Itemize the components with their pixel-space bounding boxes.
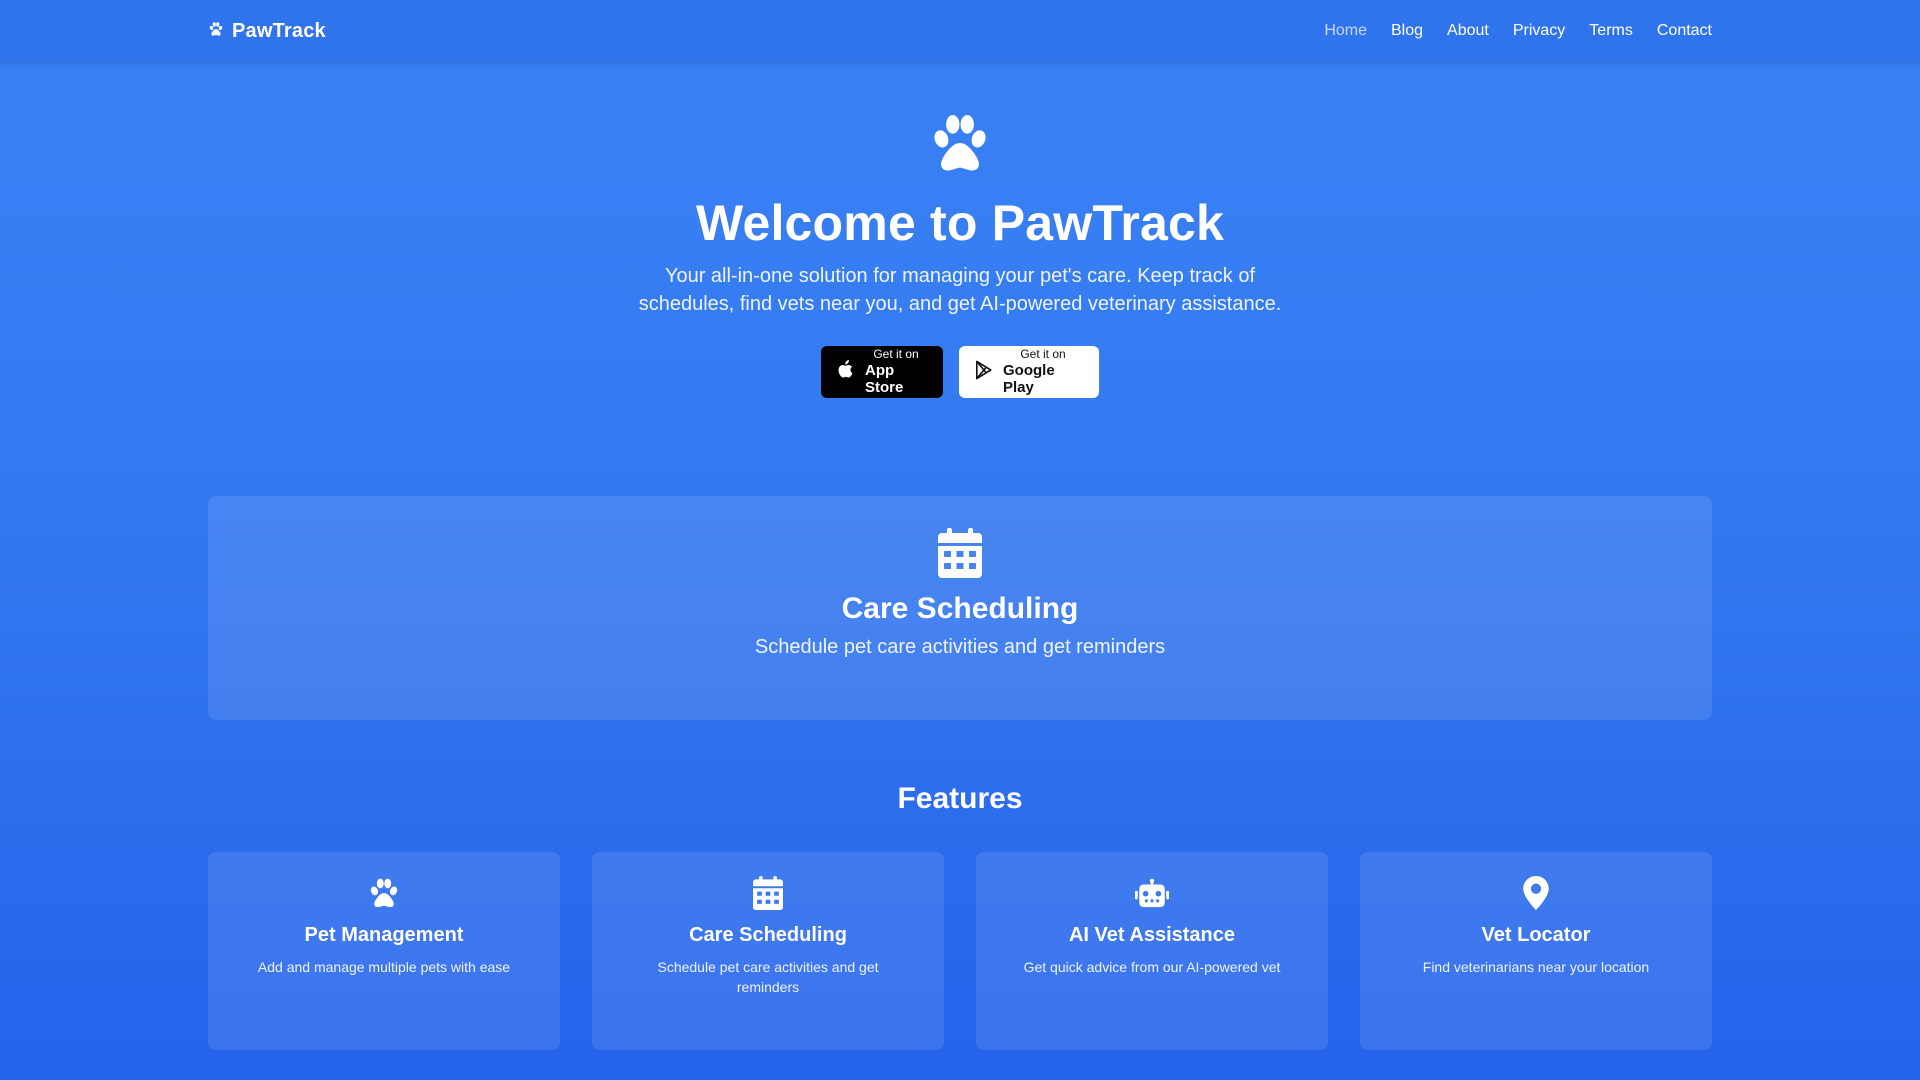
hero-section: Welcome to PawTrack Your all-in-one solu… [0, 112, 1920, 398]
google-play-text: Get it on Google Play [1003, 346, 1083, 396]
main-nav: Home Blog About Privacy Terms Contact [1324, 22, 1712, 40]
app-store-text: Get it on App Store [865, 346, 927, 396]
hero-subtitle: Your all-in-one solution for managing yo… [638, 265, 1282, 315]
app-store-label: App Store [865, 361, 904, 396]
brand-name: PawTrack [232, 19, 326, 42]
card-description: Schedule pet care activities and get rem… [657, 959, 879, 995]
robot-icon [1135, 876, 1169, 910]
card-description: Add and manage multiple pets with ease [257, 959, 511, 975]
paw-icon [927, 112, 993, 174]
featured-card: Care Scheduling Schedule pet care activi… [208, 496, 1712, 720]
hero-title: Welcome to PawTrack [695, 195, 1225, 251]
feature-card-ai-vet: AI Vet Assistance Get quick advice from … [976, 852, 1328, 1050]
brand-logo[interactable]: PawTrack [208, 20, 326, 43]
calendar-icon [938, 528, 982, 578]
card-title: AI Vet Assistance [1068, 924, 1235, 946]
store-buttons: Get it on App Store Get it on Google Pla… [821, 346, 1099, 398]
feature-card-vet-locator: Vet Locator Find veterinarians near your… [1360, 852, 1712, 1050]
featured-description: Schedule pet care activities and get rem… [754, 636, 1166, 658]
header-inner: PawTrack Home Blog About Privacy Terms C… [208, 0, 1712, 62]
google-play-icon [975, 360, 993, 385]
nav-blog[interactable]: Blog [1391, 22, 1423, 40]
calendar-icon [751, 876, 785, 910]
card-title: Vet Locator [1481, 924, 1591, 946]
nav-terms[interactable]: Terms [1589, 22, 1633, 40]
feature-card-care-scheduling: Care Scheduling Schedule pet care activi… [592, 852, 944, 1050]
feature-card-pet-management: Pet Management Add and manage multiple p… [208, 852, 560, 1050]
paw-icon [208, 21, 224, 42]
paw-icon [367, 876, 401, 910]
app-store-button[interactable]: Get it on App Store [821, 346, 943, 398]
card-title: Pet Management [304, 924, 464, 946]
nav-about[interactable]: About [1447, 22, 1489, 40]
google-play-small: Get it on [1020, 346, 1066, 361]
nav-privacy[interactable]: Privacy [1513, 22, 1565, 40]
map-pin-icon [1519, 876, 1553, 910]
feature-cards: Pet Management Add and manage multiple p… [208, 852, 1712, 1050]
features-heading: Features [897, 782, 1023, 815]
nav-home[interactable]: Home [1324, 22, 1367, 40]
app-store-small: Get it on [873, 346, 919, 361]
card-title: Care Scheduling [689, 924, 847, 946]
card-description: Get quick advice from our AI-powered vet [1023, 959, 1281, 975]
site-header: PawTrack Home Blog About Privacy Terms C… [0, 0, 1920, 62]
nav-contact[interactable]: Contact [1657, 22, 1712, 40]
google-play-button[interactable]: Get it on Google Play [959, 346, 1099, 398]
featured-title: Care Scheduling [841, 592, 1079, 625]
google-play-label: Google Play [1003, 361, 1055, 396]
apple-icon [837, 359, 855, 385]
card-description: Find veterinarians near your location [1422, 959, 1650, 975]
